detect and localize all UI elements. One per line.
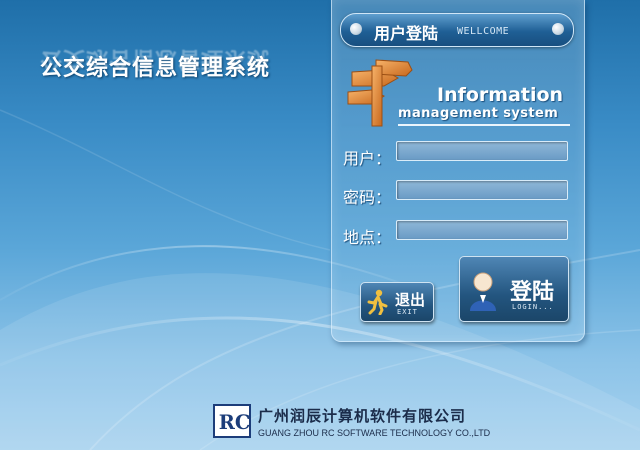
- password-input[interactable]: [396, 180, 568, 200]
- header-right-dot-icon: [552, 23, 564, 35]
- login-button-sublabel: LOGIN...: [512, 303, 554, 311]
- info-title-line2: management system: [398, 106, 559, 121]
- exit-button-sublabel: EXIT: [397, 308, 418, 316]
- company-name-en: GUANG ZHOU RC SOFTWARE TECHNOLOGY CO.,LT…: [258, 428, 491, 438]
- panel-header-title: 用户登陆: [374, 24, 439, 43]
- user-input[interactable]: [396, 141, 568, 161]
- running-person-icon: [367, 289, 388, 315]
- user-label: 用户：: [343, 149, 392, 168]
- company-logo-icon: RC: [213, 404, 251, 438]
- company-name-cn: 广州润辰计算机软件有限公司: [258, 407, 467, 425]
- panel-header: 用户登陆 WELLCOME: [340, 13, 574, 47]
- company-logo-text: RC: [219, 411, 251, 434]
- exit-button[interactable]: 退出 EXIT: [360, 282, 434, 322]
- login-button-label: 登陆: [510, 280, 555, 305]
- exit-button-label: 退出: [395, 291, 426, 309]
- app-title-reflection: 公交综合信息管理系统: [40, 46, 271, 71]
- login-button[interactable]: 登陆 LOGIN...: [459, 256, 569, 322]
- password-label: 密码：: [343, 188, 392, 207]
- panel-header-subtitle: WELLCOME: [457, 26, 510, 37]
- user-avatar-icon: [470, 272, 496, 311]
- header-left-dot-icon: [350, 23, 362, 35]
- location-input[interactable]: [396, 220, 568, 240]
- info-divider: [398, 124, 570, 126]
- info-title-line1: Information: [437, 84, 564, 106]
- location-label: 地点：: [343, 228, 392, 247]
